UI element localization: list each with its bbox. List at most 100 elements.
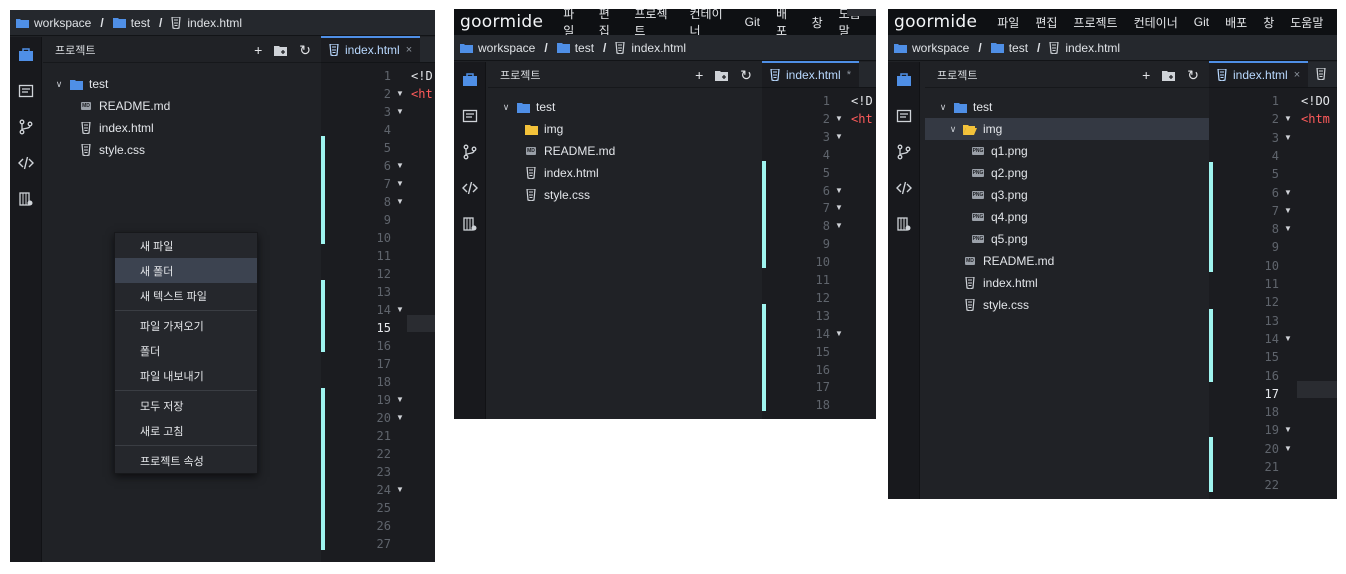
fold-arrow-icon[interactable]: ▼ — [1284, 188, 1292, 197]
menu-git[interactable]: Git — [1194, 15, 1209, 29]
code-editor[interactable]: index.html × 1 2 ▼ 3 ▼ 4 5 6 ▼ 7 ▼ 8 ▼ 9 10 11 12 13 14 ▼ 15… — [1209, 61, 1337, 499]
tree-item-style[interactable]: style.css — [43, 139, 321, 161]
fold-arrow-icon[interactable]: ▼ — [1284, 133, 1292, 142]
menu-project-properties[interactable]: 프로젝트 속성 — [115, 448, 257, 473]
refresh-icon[interactable]: ↻ — [740, 67, 752, 84]
menu-refresh[interactable]: 새로 고침 — [115, 418, 257, 443]
refresh-icon[interactable]: ↻ — [1187, 67, 1199, 84]
tree-item-q4[interactable]: PNG q4.png — [925, 206, 1209, 228]
tab-index-html[interactable]: index.html * — [762, 61, 859, 87]
new-folder-icon[interactable] — [1162, 70, 1176, 81]
fold-arrow-icon[interactable]: ▼ — [1284, 114, 1292, 123]
activity-project[interactable] — [10, 37, 41, 73]
fold-arrow-icon[interactable]: ▼ — [396, 413, 404, 422]
fold-arrow-icon[interactable]: ▼ — [1284, 425, 1292, 434]
menu-help[interactable]: 도움말 — [1290, 14, 1323, 31]
tree-item-index[interactable]: index.html — [43, 117, 321, 139]
breadcrumb-test[interactable]: test — [556, 41, 594, 55]
activity-git[interactable] — [454, 134, 485, 170]
fold-arrow-icon[interactable]: ▼ — [396, 161, 404, 170]
tree-item-style[interactable]: style.css — [925, 294, 1209, 316]
fold-arrow-icon[interactable]: ▼ — [396, 395, 404, 404]
tab-index-html[interactable]: index.html × — [1209, 61, 1309, 87]
activity-outline[interactable] — [10, 73, 41, 109]
menu-container[interactable]: 컨테이너 — [1134, 14, 1178, 31]
menu-new-folder[interactable]: 새 폴더 — [115, 258, 257, 283]
menu-project[interactable]: 프로젝트 — [1073, 14, 1117, 31]
menu-window[interactable]: 창 — [1263, 14, 1274, 31]
fold-arrow-icon[interactable]: ▼ — [1284, 224, 1292, 233]
fold-arrow-icon[interactable]: ▼ — [835, 221, 843, 230]
breadcrumb-file[interactable]: index.html — [171, 16, 242, 30]
close-icon[interactable]: × — [1294, 69, 1300, 81]
activity-git[interactable] — [888, 134, 919, 170]
menu-new-file[interactable]: 새 파일 — [115, 233, 257, 258]
tree-item-test[interactable]: ∨ test — [488, 96, 762, 118]
breadcrumb-test[interactable]: test — [990, 41, 1028, 55]
tree-item-index[interactable]: index.html — [925, 272, 1209, 294]
activity-git[interactable] — [10, 109, 41, 145]
tree-item-readme[interactable]: MD README.md — [488, 140, 762, 162]
activity-code[interactable] — [454, 170, 485, 206]
breadcrumb-file[interactable]: index.html — [615, 41, 686, 55]
tree-item-test[interactable]: ∨ test — [43, 73, 321, 95]
breadcrumb-file[interactable]: index.html — [1049, 41, 1120, 55]
code-editor[interactable]: index.html × 1 2 ▼ 3 ▼ 4 5 6 ▼ 7 ▼ 8 ▼ 9 10 11 12 13 14 ▼ 15… — [321, 36, 435, 562]
tree-item-q5[interactable]: PNG q5.png — [925, 228, 1209, 250]
menu-edit[interactable]: 편집 — [1035, 14, 1057, 31]
activity-code[interactable] — [10, 145, 41, 181]
menu-folder[interactable]: 폴더 — [115, 338, 257, 363]
breadcrumb-test[interactable]: test — [112, 16, 150, 30]
fold-arrow-icon[interactable]: ▼ — [396, 305, 404, 314]
menu-window[interactable]: 창 — [812, 14, 823, 31]
tree-item-readme[interactable]: MD README.md — [925, 250, 1209, 272]
new-folder-icon[interactable] — [715, 70, 729, 81]
tree-item-readme[interactable]: MD README.md — [43, 95, 321, 117]
fold-arrow-icon[interactable]: ▼ — [1284, 334, 1292, 343]
activity-outline[interactable] — [888, 98, 919, 134]
new-file-icon[interactable]: + — [695, 67, 703, 83]
tree-item-test[interactable]: ∨ test — [925, 96, 1209, 118]
fold-arrow-icon[interactable]: ▼ — [396, 485, 404, 494]
refresh-icon[interactable]: ↻ — [299, 42, 311, 59]
menu-import-file[interactable]: 파일 가져오기 — [115, 313, 257, 338]
activity-project[interactable] — [454, 62, 485, 98]
new-file-icon[interactable]: + — [1142, 67, 1150, 83]
menu-git[interactable]: Git — [745, 15, 760, 29]
menu-new-text-file[interactable]: 새 텍스트 파일 — [115, 283, 257, 308]
fold-arrow-icon[interactable]: ▼ — [1284, 444, 1292, 453]
tree-item-q2[interactable]: PNG q2.png — [925, 162, 1209, 184]
tree-item-img[interactable]: ∨ img — [925, 118, 1209, 140]
fold-arrow-icon[interactable]: ▼ — [835, 186, 843, 195]
tree-item-q3[interactable]: PNG q3.png — [925, 184, 1209, 206]
fold-arrow-icon[interactable]: ▼ — [835, 329, 843, 338]
tree-item-q1[interactable]: PNG q1.png — [925, 140, 1209, 162]
fold-arrow-icon[interactable]: ▼ — [835, 114, 843, 123]
activity-outline[interactable] — [454, 98, 485, 134]
fold-arrow-icon[interactable]: ▼ — [396, 179, 404, 188]
activity-project[interactable] — [888, 62, 919, 98]
fold-arrow-icon[interactable]: ▼ — [396, 107, 404, 116]
tree-item-style[interactable]: style.css — [488, 184, 762, 206]
fold-arrow-icon[interactable]: ▼ — [1284, 206, 1292, 215]
fold-arrow-icon[interactable]: ▼ — [396, 197, 404, 206]
fold-arrow-icon[interactable]: ▼ — [396, 89, 404, 98]
menu-file[interactable]: 파일 — [997, 14, 1019, 31]
menu-export-file[interactable]: 파일 내보내기 — [115, 363, 257, 388]
breadcrumb-workspace[interactable]: workspace — [16, 16, 91, 30]
activity-deploy[interactable] — [10, 181, 41, 217]
new-file-icon[interactable]: + — [254, 42, 262, 58]
fold-arrow-icon[interactable]: ▼ — [835, 203, 843, 212]
code-editor[interactable]: index.html * 1 2 ▼ 3 ▼ 4 5 6 ▼ 7 ▼ 8 ▼ 9 10 11 12 13 14 ▼ 15… — [762, 9, 876, 419]
activity-deploy[interactable] — [454, 206, 485, 242]
tree-item-index[interactable]: index.html — [488, 162, 762, 184]
tab-second-file[interactable] — [1308, 61, 1337, 87]
menu-deploy[interactable]: 배포 — [1225, 14, 1247, 31]
activity-deploy[interactable] — [888, 206, 919, 242]
close-icon[interactable]: × — [406, 44, 412, 56]
menu-save-all[interactable]: 모두 저장 — [115, 393, 257, 418]
tree-item-img[interactable]: img — [488, 118, 762, 140]
tab-index-html[interactable]: index.html × — [321, 36, 421, 62]
new-folder-icon[interactable] — [274, 45, 288, 56]
breadcrumb-workspace[interactable]: workspace — [460, 41, 535, 55]
